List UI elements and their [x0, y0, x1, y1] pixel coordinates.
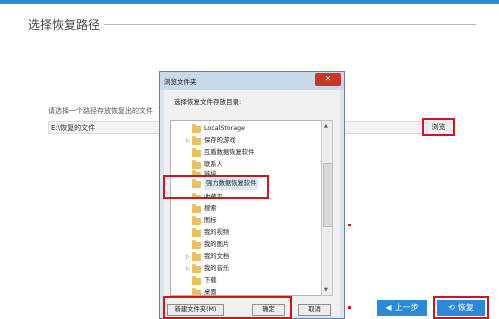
back-button[interactable]: ◀ 上一步 [377, 300, 427, 316]
scroll-down-icon[interactable]: ▼ [324, 287, 328, 293]
tree-item[interactable]: 互盾数据恢复软件 [171, 147, 321, 159]
tree-item-label: LocalStorage [204, 125, 245, 132]
cancel-button[interactable]: 取消 [298, 304, 331, 316]
dialog-title: 浏览文件夹 [164, 78, 197, 86]
tree-item-label: 桌面 [204, 289, 217, 296]
restore-button-label: 恢复 [457, 303, 474, 312]
tree-item-label: 图标 [204, 217, 217, 224]
folder-tree[interactable]: LocalStorage ▷ 保存的游戏 互盾数据恢复软件 联系人 链接 强力数据恢复软件收… [170, 120, 324, 296]
tree-item[interactable]: ▷ 我的文档 [171, 251, 321, 263]
dialog-prompt: 选择恢复文件存放目录: [174, 98, 242, 106]
scroll-thumb[interactable] [323, 163, 333, 227]
tree-item-label: 保存的游戏 [204, 137, 236, 144]
scroll-up-icon[interactable]: ▲ [324, 123, 328, 129]
tree-item-label: 我的文档 [204, 253, 230, 260]
restore-icon: ⟲ [448, 303, 455, 312]
expand-caret-icon[interactable]: ▷ [186, 135, 190, 147]
ok-button[interactable]: 确定 [252, 304, 285, 316]
tree-item[interactable]: ▷ 保存的游戏 [171, 135, 321, 147]
folder-icon [192, 252, 201, 261]
back-button-label: 上一步 [394, 303, 419, 312]
section-title: 选择恢复路径 [28, 18, 101, 32]
folder-icon [192, 160, 201, 169]
tree-item[interactable]: 桌面 [171, 287, 321, 296]
path-prompt-label: 请选择一个路径存放恢复出的文件 [48, 107, 153, 115]
expand-caret-icon[interactable]: ▷ [186, 251, 190, 263]
folder-icon [192, 264, 201, 273]
app-top-bar [0, 0, 499, 4]
selected-folder-highlight [163, 175, 269, 199]
tree-item[interactable]: 下载 [171, 275, 321, 287]
expand-caret-icon[interactable]: ▷ [186, 263, 190, 275]
highlight-mark [348, 224, 351, 226]
title-divider [104, 24, 476, 25]
close-icon[interactable]: ✕ [315, 73, 341, 86]
dialog-titlebar: 浏览文件夹 ✕ [160, 72, 344, 90]
folder-icon [192, 276, 201, 285]
tree-item[interactable]: 我的视频 [171, 227, 321, 239]
tree-scrollbar[interactable]: ▲ ▼ [321, 120, 333, 296]
folder-icon [192, 148, 201, 157]
tree-item[interactable]: 我的图片 [171, 239, 321, 251]
new-folder-button[interactable]: 新建文件夹(M) [167, 304, 224, 316]
folder-icon [192, 136, 201, 145]
tree-item[interactable]: ▷ 我的音乐 [171, 263, 321, 275]
browse-button[interactable]: 浏览 [422, 118, 455, 136]
folder-icon [192, 204, 201, 213]
tree-item[interactable]: 搜索 [171, 203, 321, 215]
folder-icon [192, 228, 201, 237]
arrow-left-icon: ◀ [385, 303, 392, 312]
folder-icon [192, 216, 201, 225]
folder-icon [192, 124, 201, 133]
dialog-body: 选择恢复文件存放目录: LocalStorage ▷ 保存的游戏 互盾数据恢复软件 联系… [164, 90, 340, 316]
tree-item[interactable]: 图标 [171, 215, 321, 227]
folder-icon [192, 240, 201, 249]
tree-item-label: 搜索 [204, 205, 217, 212]
restore-button[interactable]: ⟲ 恢复 [437, 300, 485, 316]
tree-item[interactable]: LocalStorage [171, 123, 321, 135]
highlight-mark [348, 306, 351, 309]
tree-item-label: 我的视频 [204, 229, 230, 236]
tree-item-label: 我的图片 [204, 241, 230, 248]
tree-item-label: 我的音乐 [204, 265, 230, 272]
tree-item-label: 下载 [204, 277, 217, 284]
tree-item-label: 互盾数据恢复软件 [204, 149, 255, 156]
